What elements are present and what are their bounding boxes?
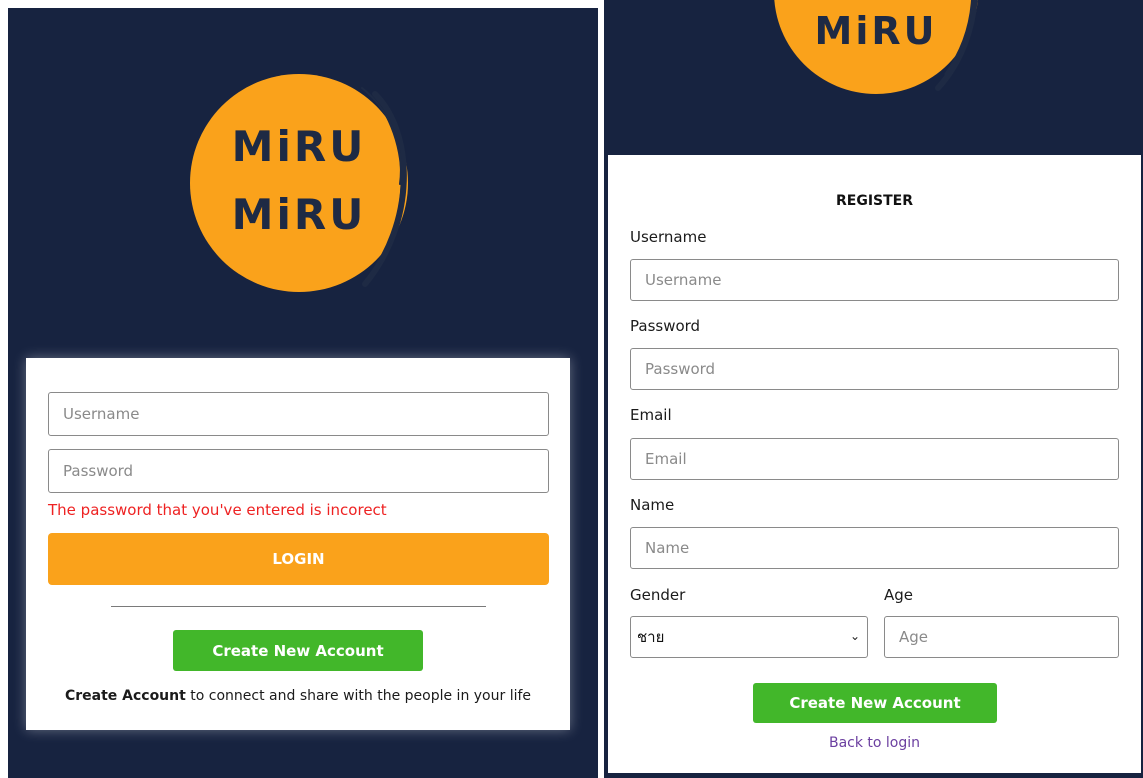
login-card: The password that you've entered is inco… xyxy=(26,358,570,730)
logo-text-line2: MiRU xyxy=(231,190,367,239)
logo-text-line2: MiRU xyxy=(814,9,938,53)
password-input[interactable] xyxy=(48,449,549,493)
register-email-input[interactable] xyxy=(630,438,1119,480)
username-input[interactable] xyxy=(48,392,549,436)
tagline-text: to connect and share with the people in … xyxy=(185,688,532,704)
gender-selected-value: ชาย xyxy=(637,628,665,646)
gender-select[interactable]: ชาย xyxy=(630,616,868,658)
register-username-input[interactable] xyxy=(630,259,1119,301)
create-account-tagline: Create Account to connect and share with… xyxy=(26,688,570,704)
age-input[interactable] xyxy=(884,616,1119,658)
email-label: Email xyxy=(630,406,672,424)
login-screen: MiRU MiRU The password that you've enter… xyxy=(8,8,598,778)
password-label: Password xyxy=(630,317,701,335)
username-label: Username xyxy=(630,228,707,246)
divider xyxy=(111,606,486,607)
age-label: Age xyxy=(884,586,914,604)
register-title: REGISTER xyxy=(835,193,914,209)
name-label: Name xyxy=(630,496,675,514)
tagline-create-account: Create Account xyxy=(64,688,186,704)
register-create-account-button[interactable]: Create New Account xyxy=(753,683,997,723)
register-name-input[interactable] xyxy=(630,527,1119,569)
logo-brush-stroke xyxy=(361,87,407,287)
create-new-account-button[interactable]: Create New Account xyxy=(173,630,423,671)
back-to-login-link[interactable]: Back to login xyxy=(608,735,1141,751)
chevron-down-icon[interactable]: ⌄ xyxy=(850,629,860,643)
logo-text-line1: MiRU xyxy=(231,122,367,171)
password-error-message: The password that you've entered is inco… xyxy=(48,501,387,519)
register-screen: MiRU REGISTER Username Password Email Na… xyxy=(604,0,1143,778)
register-password-input[interactable] xyxy=(630,348,1119,390)
gender-label: Gender xyxy=(630,586,686,604)
register-card: REGISTER Username Password Email Name Ge… xyxy=(608,155,1141,773)
login-button[interactable]: LOGIN xyxy=(48,533,549,585)
